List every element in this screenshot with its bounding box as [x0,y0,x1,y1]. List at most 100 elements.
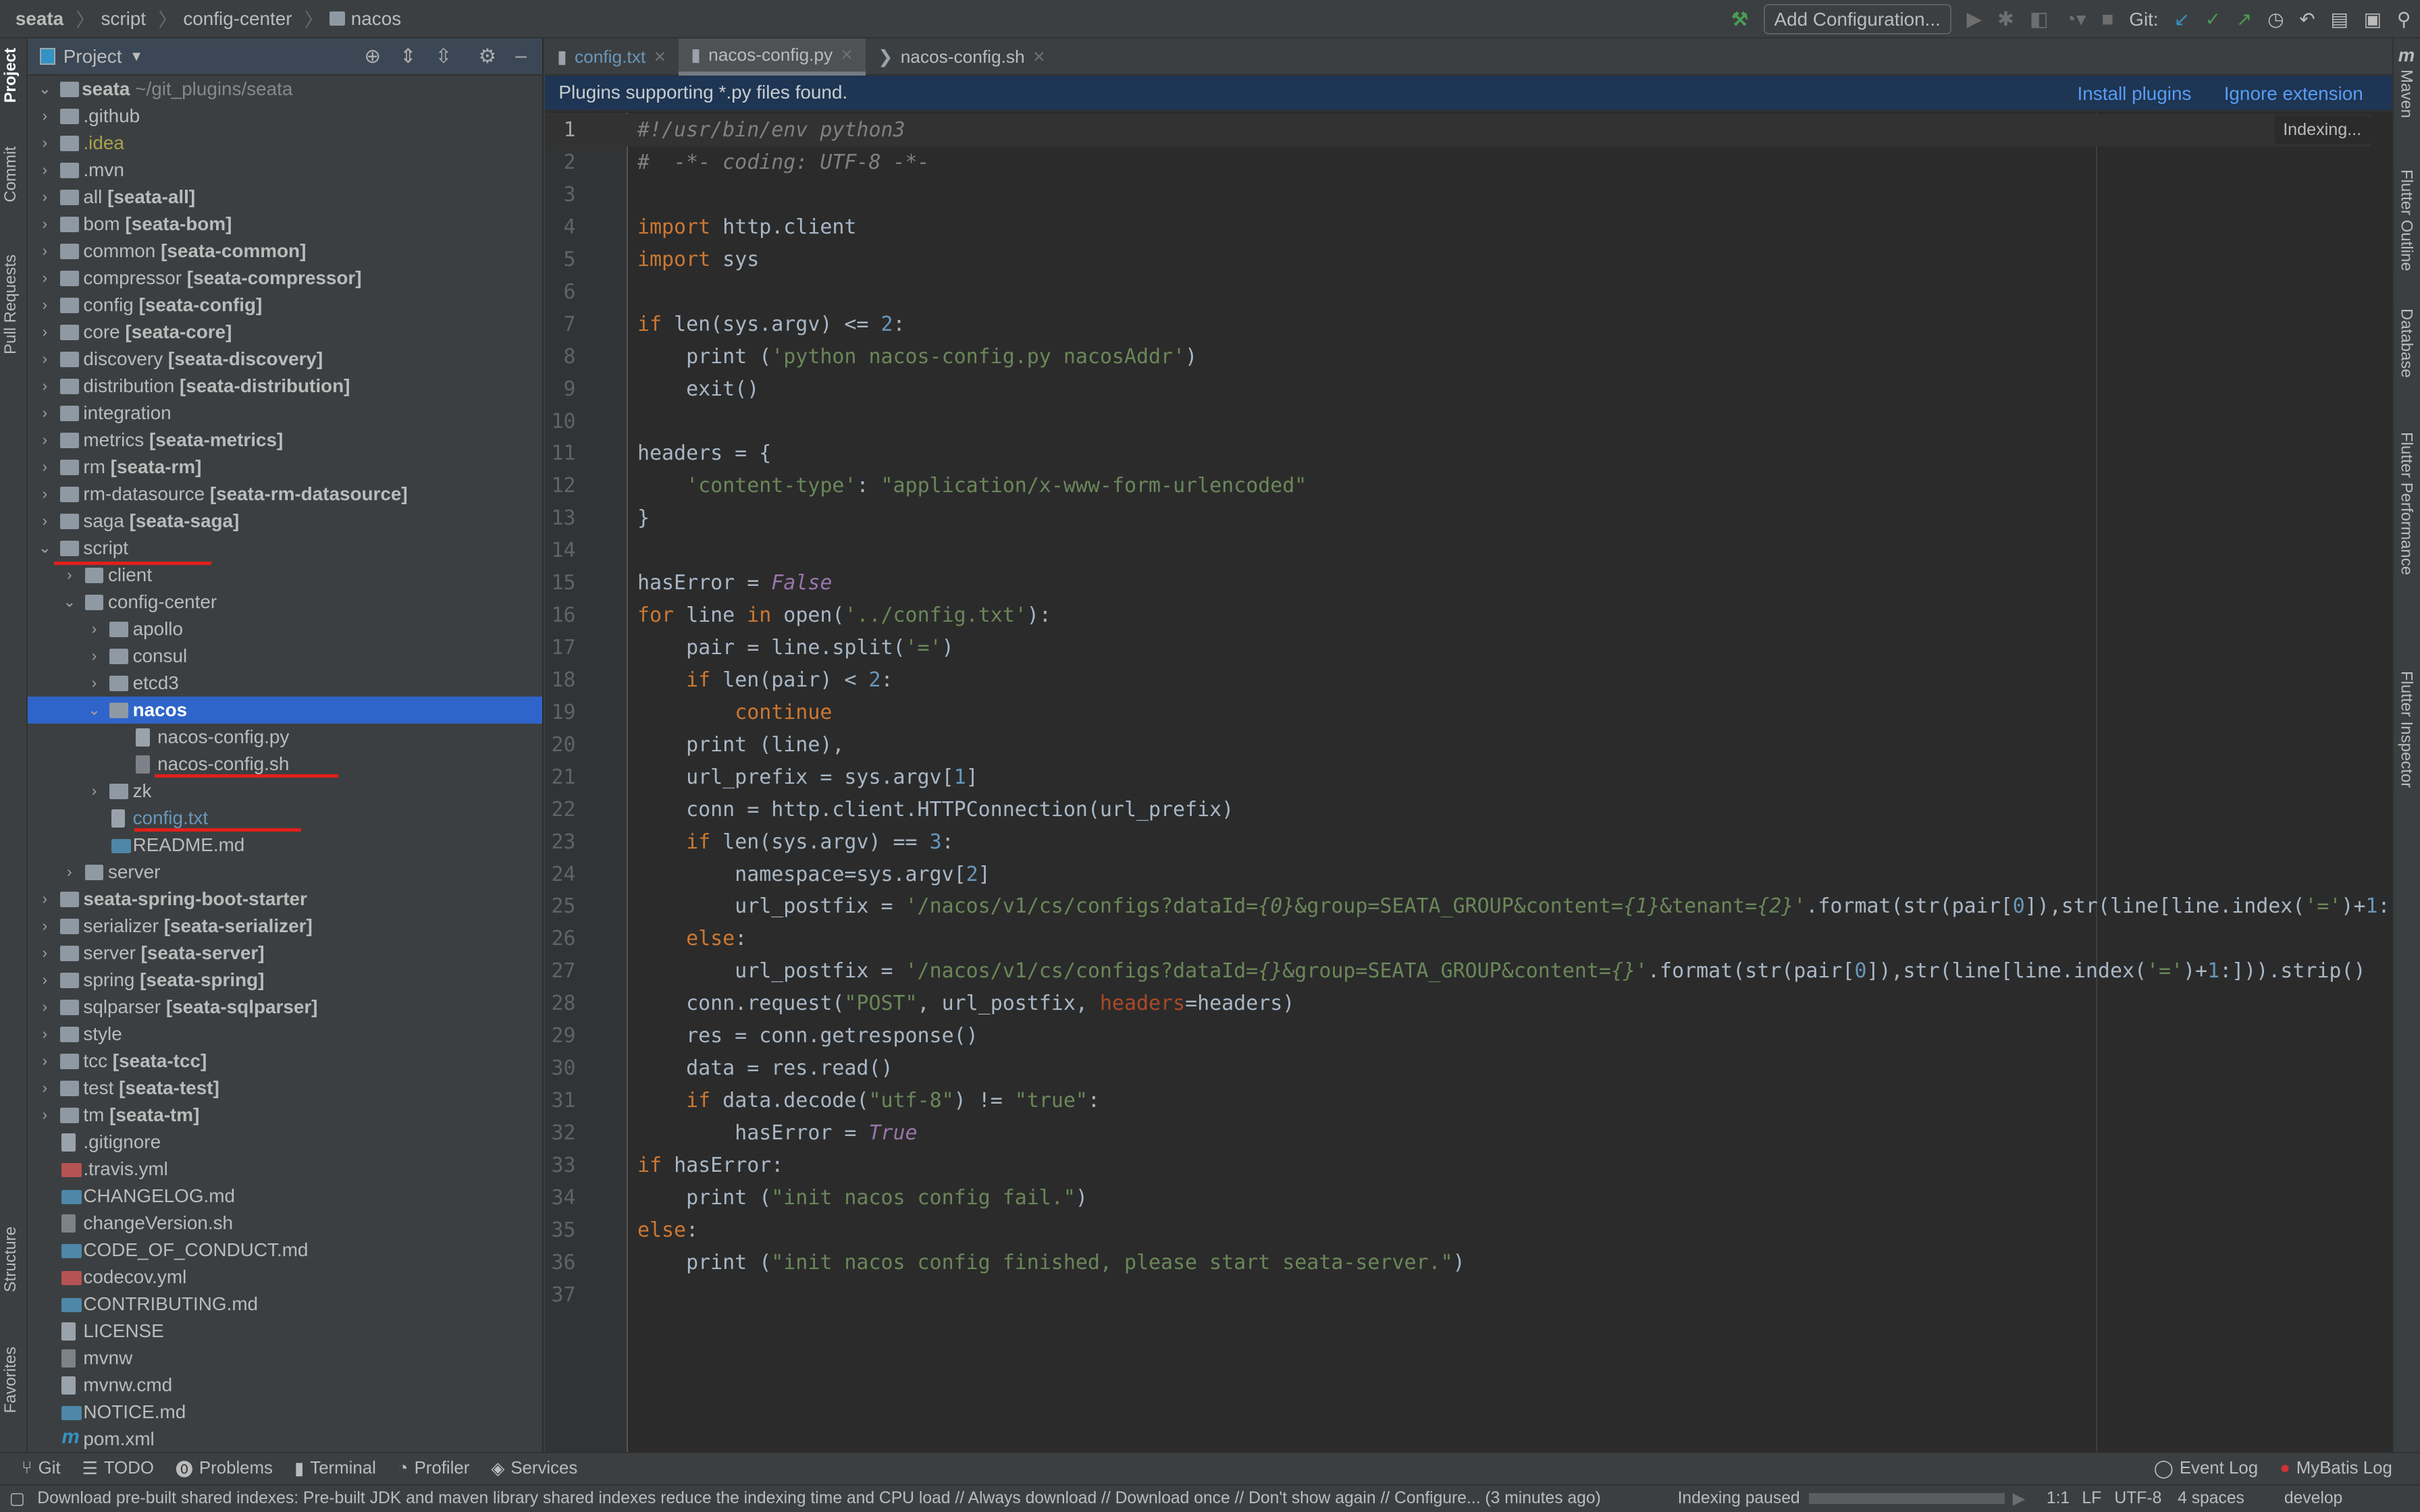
chevron-right-icon[interactable]: › [37,377,53,395]
chevron-right-icon[interactable]: › [37,404,53,422]
git-branch[interactable]: develop [2284,1489,2342,1508]
run-icon[interactable]: ▶ [1966,7,1982,31]
git-update-icon[interactable]: ↙ [2174,8,2190,30]
database-tool-tab[interactable]: Database [2396,308,2415,378]
flutter-outline-tool-tab[interactable]: Flutter Outline [2396,169,2415,271]
panel-toggle-icon[interactable]: ▢ [9,1488,25,1509]
flutter-performance-tool-tab[interactable]: Flutter Performance [2396,432,2415,575]
chevron-down-icon[interactable]: ⌄ [61,593,77,611]
tree-item[interactable]: CONTRIBUTING.md [28,1291,542,1318]
tree-item[interactable]: › style [28,1021,542,1048]
tree-item[interactable]: › rm [seata-rm] [28,454,542,481]
chevron-down-icon[interactable]: ⌄ [37,80,53,98]
tree-item[interactable]: › apollo [28,616,542,643]
chevron-right-icon[interactable]: › [37,1052,53,1070]
chevron-right-icon[interactable]: › [37,215,53,233]
run-anything-icon[interactable]: ▣ [2364,8,2382,30]
favorites-tool-tab[interactable]: Favorites [1,1347,20,1413]
tab-config-txt[interactable]: ▮ config.txt ✕ [545,38,679,76]
chevron-right-icon[interactable]: › [37,431,53,449]
stop-icon[interactable]: ■ [2101,8,2113,31]
chevron-right-icon[interactable]: › [37,890,53,908]
tree-item[interactable]: nacos-config.py [28,724,542,751]
close-icon[interactable]: ✕ [841,46,853,64]
pull-requests-tool-tab[interactable]: Pull Requests [1,254,20,354]
chevron-right-icon[interactable]: › [37,944,53,962]
tree-item[interactable]: › server [28,859,542,886]
tree-item[interactable]: › common [seata-common] [28,238,542,265]
tree-item[interactable]: CHANGELOG.md [28,1183,542,1210]
chevron-right-icon[interactable]: › [37,188,53,206]
todo-tool-button[interactable]: ☰ TODO [82,1459,154,1479]
chevron-down-icon[interactable]: ⌄ [37,539,53,557]
expand-all-icon[interactable]: ⇕ [400,45,417,68]
maven-tool-tab[interactable]: Maven [2396,70,2415,118]
commit-tool-tab[interactable]: Commit [1,146,20,202]
breadcrumb-item[interactable]: nacos [351,8,401,30]
tree-item[interactable]: › distribution [seata-distribution] [28,373,542,400]
tree-item[interactable]: › metrics [seata-metrics] [28,427,542,454]
chevron-right-icon[interactable]: › [86,782,102,800]
tree-item[interactable]: › zk [28,778,542,805]
project-tool-tab[interactable]: Project [1,48,20,103]
chevron-right-icon[interactable]: › [37,1079,53,1097]
indent-setting[interactable]: 4 spaces [2178,1489,2244,1508]
chevron-right-icon[interactable]: › [37,323,53,341]
tree-item[interactable]: config.txt [28,805,542,832]
build-hammer-icon[interactable]: ⚒ [1731,8,1748,30]
tree-item[interactable]: › test [seata-test] [28,1075,542,1102]
services-tool-button[interactable]: ◈ Services [491,1459,577,1479]
tree-item[interactable]: › integration [28,400,542,427]
chevron-right-icon[interactable]: › [37,242,53,260]
tree-item[interactable]: › serializer [seata-serializer] [28,913,542,940]
chevron-right-icon[interactable]: › [37,1025,53,1043]
tab-nacos-config-py[interactable]: ▮ nacos-config.py ✕ [678,38,866,76]
coverage-icon[interactable]: ◧ [2030,7,2049,31]
chevron-down-icon[interactable]: ⌄ [86,701,102,719]
code-area[interactable]: 1 #!/usr/bin/env python3 2 # -*- coding: UT… [544,113,2392,1452]
tree-item[interactable]: › client [28,562,542,589]
caret-position[interactable]: 1:1 [2047,1489,2070,1508]
chevron-right-icon[interactable]: › [86,620,102,638]
tree-item[interactable]: › compressor [seata-compressor] [28,265,542,292]
structure-tool-tab[interactable]: Structure [1,1226,20,1292]
tree-root[interactable]: ⌄ seata ~/git_plugins/seata [28,76,542,103]
tree-item[interactable]: › .mvn [28,157,542,184]
mybatis-log-button[interactable]: ● MyBatis Log [2280,1459,2392,1478]
breadcrumb-item[interactable]: config-center [183,8,292,30]
tree-item[interactable]: › config [seata-config] [28,292,542,319]
tab-nacos-config-sh[interactable]: ❯ nacos-config.sh ✕ [866,38,1058,76]
tree-item[interactable]: › spring [seata-spring] [28,967,542,994]
tree-item[interactable]: codecov.yml [28,1264,542,1291]
tree-item[interactable]: › .idea [28,130,542,157]
chevron-right-icon[interactable]: › [37,269,53,287]
tree-item[interactable]: › bom [seata-bom] [28,211,542,238]
tree-item[interactable]: › consul [28,643,542,670]
tree-item[interactable]: .travis.yml [28,1156,542,1183]
tree-item[interactable]: ⌄ script [28,535,542,562]
tree-item[interactable]: ⌄ nacos [28,696,542,724]
profile-icon[interactable]: ◔▾ [2064,7,2086,31]
history-icon[interactable]: ◷ [2267,8,2284,30]
chevron-right-icon[interactable]: › [37,107,53,125]
file-encoding[interactable]: UTF-8 [2114,1489,2161,1508]
project-view-selector[interactable]: Project [63,46,122,68]
breadcrumb-item[interactable]: script [101,8,146,30]
tree-item[interactable]: LICENSE [28,1318,542,1345]
collapse-all-icon[interactable]: ⇳ [436,45,452,68]
close-icon[interactable]: ✕ [654,48,666,66]
terminal-tool-button[interactable]: ▮ Terminal [294,1459,376,1479]
problems-tool-button[interactable]: ⓿ Problems [176,1456,273,1481]
chevron-right-icon[interactable]: › [37,971,53,989]
debug-icon[interactable]: ✱ [1997,7,2014,31]
tree-item[interactable]: › seata-spring-boot-starter [28,886,542,913]
hide-icon[interactable]: – [515,45,527,68]
tree-item[interactable]: › core [seata-core] [28,319,542,346]
tree-item[interactable]: › server [seata-server] [28,940,542,967]
chevron-right-icon[interactable]: › [61,566,77,584]
chevron-right-icon[interactable]: › [61,863,77,881]
chevron-right-icon[interactable]: › [37,134,53,152]
flutter-inspector-tool-tab[interactable]: Flutter Inspector [2396,671,2415,788]
tree-item[interactable]: › all [seata-all] [28,184,542,211]
tree-item[interactable]: › saga [seata-saga] [28,508,542,535]
